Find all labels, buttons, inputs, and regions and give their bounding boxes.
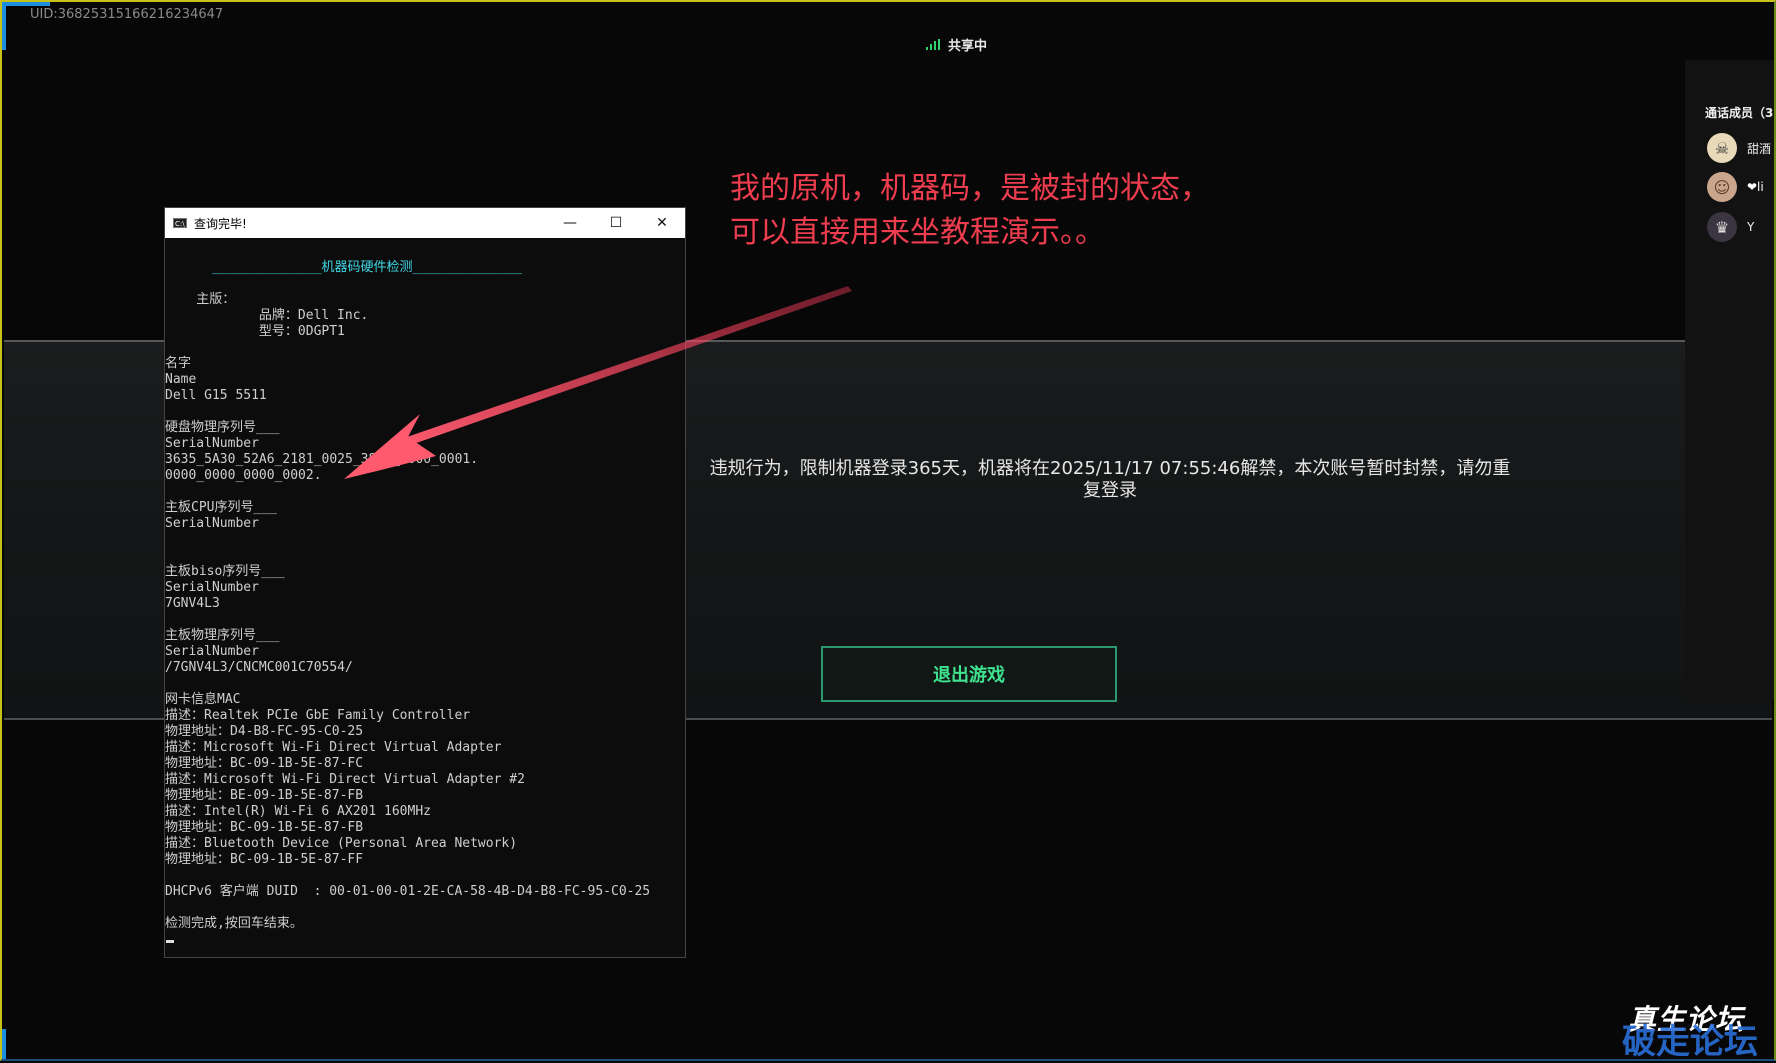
console-app-icon: C:\ <box>173 218 187 228</box>
console-line: 物理地址：BC-09-1B-5E-87-FF <box>165 852 364 867</box>
maximize-button[interactable]: ☐ <box>593 208 639 238</box>
console-line: Name <box>165 372 197 387</box>
console-line: SerialNumber <box>165 580 259 595</box>
exit-game-button[interactable]: 退出游戏 <box>821 646 1117 702</box>
console-title: 查询完毕! <box>194 216 247 231</box>
console-line: 物理地址：BC-09-1B-5E-87-FC <box>165 756 364 771</box>
console-line: 主板CPU序列号___ <box>165 500 277 515</box>
console-line: 0000_0000_0000_0002. <box>165 468 322 483</box>
console-line: /7GNV4L3/CNCMC001C70554/ <box>165 660 353 675</box>
member-name: ❤li <box>1747 180 1764 194</box>
member-item[interactable]: ♛ Y <box>1707 212 1754 242</box>
annotation-text: 我的原机，机器码，是被封的状态， 可以直接用来坐教程演示。。 <box>730 167 1210 255</box>
console-line: 物理地址：BC-09-1B-5E-87-FB <box>165 820 364 835</box>
console-line: DHCPv6 客户端 DUID : 00-01-00-01-2E-CA-58-4… <box>165 884 651 899</box>
console-line: 品牌：Dell Inc. <box>165 308 369 323</box>
console-line: 网卡信息MAC <box>165 692 241 707</box>
minimize-button[interactable]: — <box>547 208 593 238</box>
cat-avatar-icon: ☺ <box>1707 172 1737 202</box>
uid-label: UID:3682531516621623464​7 <box>30 7 224 22</box>
console-line: 描述：Intel(R) Wi-Fi 6 AX201 160MHz <box>165 804 431 819</box>
member-item[interactable]: ☠ 甜酒 <box>1707 133 1771 163</box>
console-line: 检测完成,按回车结束。 <box>165 916 303 931</box>
forum-watermark: 真生论坛 破走论坛 <box>1622 998 1758 1062</box>
member-name: Y <box>1747 220 1755 234</box>
sharing-indicator[interactable]: 共享中 <box>926 35 987 54</box>
member-item[interactable]: ☺ ❤li <box>1707 172 1764 202</box>
console-line: SerialNumber <box>165 516 259 531</box>
console-line: ______________机器码硬件检测______________ <box>165 260 523 275</box>
console-line: 描述：Microsoft Wi-Fi Direct Virtual Adapte… <box>165 740 502 755</box>
sharing-label: 共享中 <box>948 39 988 54</box>
skull-avatar-icon: ☠ <box>1707 133 1737 163</box>
console-line: 物理地址：BE-09-1B-5E-87-FB <box>165 788 364 803</box>
console-line: 物理地址：D4-B8-FC-95-C0-25 <box>165 724 364 739</box>
annotation-line1: 我的原机，机器码，是被封的状态， <box>730 171 1210 206</box>
ban-message-line1: 违规行为，限制机器登录365天，机器将在2025/11/17 07:55:46解… <box>709 458 1511 479</box>
console-line: 型号：0DGPT1 <box>165 324 345 339</box>
console-line: 描述：Microsoft Wi-Fi Direct Virtual Adapte… <box>165 772 525 787</box>
call-members-panel: 通话成员（3 ☠ 甜酒 ☺ ❤li ♛ Y <box>1685 60 1776 700</box>
console-line: 硬盘物理序列号___ <box>165 420 280 435</box>
girl-avatar-icon: ♛ <box>1707 212 1737 242</box>
console-line: 描述：Realtek PCIe GbE Family Controller <box>165 708 471 723</box>
close-button[interactable]: ✕ <box>639 208 685 238</box>
ban-message-line2: 复登录 <box>1083 480 1137 501</box>
console-titlebar[interactable]: C:\ 查询完毕! — ☐ ✕ <box>165 208 685 238</box>
corner-marker-bottom-left <box>2 1029 6 1059</box>
console-line: Dell G15 5511 <box>165 388 267 403</box>
member-name: 甜酒 <box>1747 141 1772 156</box>
console-line: 7GNV4L3 <box>165 596 220 611</box>
console-line: SerialNumber <box>165 436 259 451</box>
signal-icon <box>926 39 940 50</box>
watermark-line2: 破走论坛 <box>1622 1022 1758 1062</box>
call-members-title: 通话成员（3 <box>1705 106 1774 120</box>
console-line: 描述：Bluetooth Device (Personal Area Netwo… <box>165 836 518 851</box>
console-line: 名字 <box>165 356 192 371</box>
console-window[interactable]: C:\ 查询完毕! — ☐ ✕ ______________机器码硬件检测___… <box>164 207 686 958</box>
console-cursor <box>166 940 174 943</box>
console-line: 主版： <box>165 292 236 307</box>
annotation-line2: 可以直接用来坐教程演示。。 <box>730 215 1105 250</box>
console-line: SerialNumber <box>165 644 259 659</box>
ban-message: 违规行为，限制机器登录365天，机器将在2025/11/17 07:55:46解… <box>680 458 1540 502</box>
console-line: 主板biso序列号___ <box>165 564 285 579</box>
console-line: 主板物理序列号___ <box>165 628 280 643</box>
console-line: 3635_5A30_52A6_2181_0025_3800_0000_0001. <box>165 452 479 467</box>
